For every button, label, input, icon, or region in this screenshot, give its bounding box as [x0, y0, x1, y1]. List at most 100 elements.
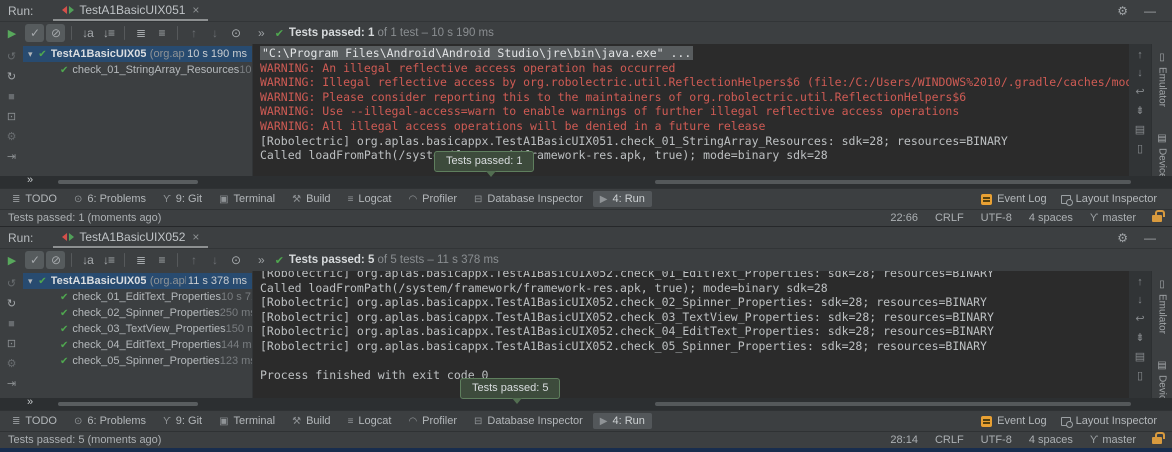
- chevron-more-icon[interactable]: »: [27, 396, 33, 408]
- run-play-icon[interactable]: ▶: [0, 27, 24, 40]
- test-tree-row[interactable]: ✔ check_05_Spinner_Properties 123 ms: [23, 353, 252, 369]
- test-tree-row[interactable]: ✔ check_01_StringArray_Resources 10 s 19…: [23, 62, 252, 78]
- sort-alphabetically-icon[interactable]: ↓a: [78, 251, 97, 269]
- layout-inspector-button[interactable]: Layout Inspector: [1054, 191, 1164, 207]
- gear-icon[interactable]: ⚙: [1117, 4, 1128, 18]
- separator[interactable]: [177, 26, 178, 40]
- caret-position-widget[interactable]: 28:14: [890, 434, 918, 446]
- up-stacktrace-icon[interactable]: ↑: [1137, 49, 1143, 61]
- tool-button-git[interactable]: ϒ9: Git: [156, 191, 209, 207]
- scrollbar-thumb[interactable]: [655, 402, 1131, 406]
- tool-button-profiler[interactable]: ◠Profiler: [401, 191, 464, 207]
- rerun-icon[interactable]: ↺: [7, 50, 16, 64]
- device-file-explorer-strip-button[interactable]: ▤ Device File Explorer: [1157, 133, 1168, 176]
- run-play-icon[interactable]: ▶: [0, 254, 24, 267]
- exit-icon[interactable]: ⇥: [7, 150, 16, 164]
- close-tab-icon[interactable]: ×: [192, 3, 199, 17]
- tool-button-run[interactable]: ▶4: Run: [593, 413, 652, 429]
- scrollbar-thumb[interactable]: [58, 402, 198, 406]
- caret-position-widget[interactable]: 22:66: [890, 212, 918, 224]
- device-file-explorer-strip-button[interactable]: ▤ Device File Explorer: [1157, 360, 1168, 398]
- collapse-all-icon[interactable]: ≡: [152, 251, 171, 269]
- unlock-icon[interactable]: [1152, 215, 1162, 222]
- toolbar-overflow-icon[interactable]: »: [258, 26, 265, 40]
- close-tab-icon[interactable]: ×: [192, 230, 199, 244]
- sort-by-duration-icon[interactable]: ↓≡: [99, 24, 118, 42]
- test-tree-root-row[interactable]: ▾ ✔ TestA1BasicUIX051 (org.aplas.basicap…: [23, 46, 252, 62]
- tool-button-logcat[interactable]: ≡Logcat: [341, 191, 399, 207]
- console-output[interactable]: "C:\Program Files\Android\Android Studio…: [252, 44, 1129, 176]
- down-stacktrace-icon[interactable]: ↓: [1137, 67, 1143, 79]
- scrollbar-thumb[interactable]: [655, 180, 1131, 184]
- down-stacktrace-icon[interactable]: ↓: [1137, 294, 1143, 306]
- scrollbar-thumb[interactable]: [58, 180, 198, 184]
- run-config-tab[interactable]: TestA1BasicUIX052 ×: [53, 227, 208, 248]
- print-icon[interactable]: ▤: [1135, 350, 1145, 363]
- tool-button-build[interactable]: ⚒Build: [285, 191, 337, 207]
- layout-inspector-button[interactable]: Layout Inspector: [1054, 413, 1164, 429]
- hide-tool-window-icon[interactable]: —: [1144, 4, 1156, 18]
- git-branch-widget[interactable]: ϒmaster: [1090, 212, 1136, 224]
- git-branch-widget[interactable]: ϒmaster: [1090, 434, 1136, 446]
- tool-button-todo[interactable]: ≣TODO: [5, 191, 64, 207]
- soft-wrap-icon[interactable]: ↩: [1135, 312, 1144, 325]
- tool-button-database-inspector[interactable]: ⊟Database Inspector: [467, 191, 590, 207]
- tool-button-logcat[interactable]: ≡Logcat: [341, 413, 399, 429]
- screenshot-icon[interactable]: ⊡: [7, 337, 16, 351]
- clear-console-icon[interactable]: ▯: [1137, 369, 1143, 382]
- scroll-to-end-icon[interactable]: ⇟: [1135, 331, 1144, 344]
- up-stacktrace-icon[interactable]: ↑: [1137, 276, 1143, 288]
- sort-alphabetically-icon[interactable]: ↓a: [78, 24, 97, 42]
- screen-record-icon[interactable]: ⚙: [7, 357, 17, 371]
- hide-tool-window-icon[interactable]: —: [1144, 231, 1156, 245]
- screen-record-icon[interactable]: ⚙: [7, 130, 17, 144]
- separator[interactable]: [177, 253, 178, 267]
- gear-icon[interactable]: ⚙: [1117, 231, 1128, 245]
- clear-console-icon[interactable]: ▯: [1137, 142, 1143, 155]
- scroll-to-end-icon[interactable]: ⇟: [1135, 104, 1144, 117]
- tool-button-todo[interactable]: ≣TODO: [5, 413, 64, 429]
- test-tree-row[interactable]: ✔ check_04_EditText_Properties 144 ms: [23, 337, 252, 353]
- tool-button-run[interactable]: ▶4: Run: [593, 191, 652, 207]
- expand-all-icon[interactable]: ≣: [131, 24, 150, 42]
- test-history-icon[interactable]: ⊙: [226, 251, 245, 269]
- show-passed-icon[interactable]: ✓: [25, 24, 44, 42]
- indent-widget[interactable]: 4 spaces: [1029, 212, 1073, 224]
- print-icon[interactable]: ▤: [1135, 123, 1145, 136]
- tool-button-profiler[interactable]: ◠Profiler: [401, 413, 464, 429]
- test-tree-row[interactable]: ✔ check_01_EditText_Properties 10 s 711 …: [23, 289, 252, 305]
- test-history-icon[interactable]: ⊙: [226, 24, 245, 42]
- event-log-button[interactable]: Event Log: [974, 413, 1054, 429]
- exit-icon[interactable]: ⇥: [7, 377, 16, 391]
- tool-button-terminal[interactable]: ▣Terminal: [212, 191, 282, 207]
- collapse-all-icon[interactable]: ≡: [152, 24, 171, 42]
- separator[interactable]: [71, 253, 72, 267]
- rerun-icon[interactable]: ↺: [7, 277, 16, 291]
- event-log-button[interactable]: Event Log: [974, 191, 1054, 207]
- encoding-widget[interactable]: UTF-8: [981, 434, 1012, 446]
- test-tree-root-row[interactable]: ▾ ✔ TestA1BasicUIX052 (org.aplas.basicap…: [23, 273, 252, 289]
- rerun-failed-tests-icon[interactable]: ↻: [7, 70, 16, 84]
- sort-by-duration-icon[interactable]: ↓≡: [99, 251, 118, 269]
- line-separator-widget[interactable]: CRLF: [935, 212, 964, 224]
- tool-button-terminal[interactable]: ▣Terminal: [212, 413, 282, 429]
- chevron-down-icon[interactable]: ▾: [28, 49, 38, 60]
- soft-wrap-icon[interactable]: ↩: [1135, 85, 1144, 98]
- emulator-strip-button[interactable]: ▯ Emulator: [1157, 52, 1168, 107]
- previous-failed-test-icon[interactable]: ↑: [184, 24, 203, 42]
- separator[interactable]: [71, 26, 72, 40]
- screenshot-icon[interactable]: ⊡: [7, 110, 16, 124]
- show-ignored-icon[interactable]: ⊘: [46, 251, 65, 269]
- chevron-more-icon[interactable]: »: [27, 174, 33, 186]
- encoding-widget[interactable]: UTF-8: [981, 212, 1012, 224]
- stop-icon[interactable]: ■: [8, 317, 15, 331]
- next-failed-test-icon[interactable]: ↓: [205, 24, 224, 42]
- expand-all-icon[interactable]: ≣: [131, 251, 150, 269]
- separator[interactable]: [124, 26, 125, 40]
- previous-failed-test-icon[interactable]: ↑: [184, 251, 203, 269]
- tool-button-build[interactable]: ⚒Build: [285, 413, 337, 429]
- test-tree-row[interactable]: ✔ check_02_Spinner_Properties 250 ms: [23, 305, 252, 321]
- run-config-tab[interactable]: TestA1BasicUIX051 ×: [53, 0, 208, 21]
- separator[interactable]: [124, 253, 125, 267]
- show-ignored-icon[interactable]: ⊘: [46, 24, 65, 42]
